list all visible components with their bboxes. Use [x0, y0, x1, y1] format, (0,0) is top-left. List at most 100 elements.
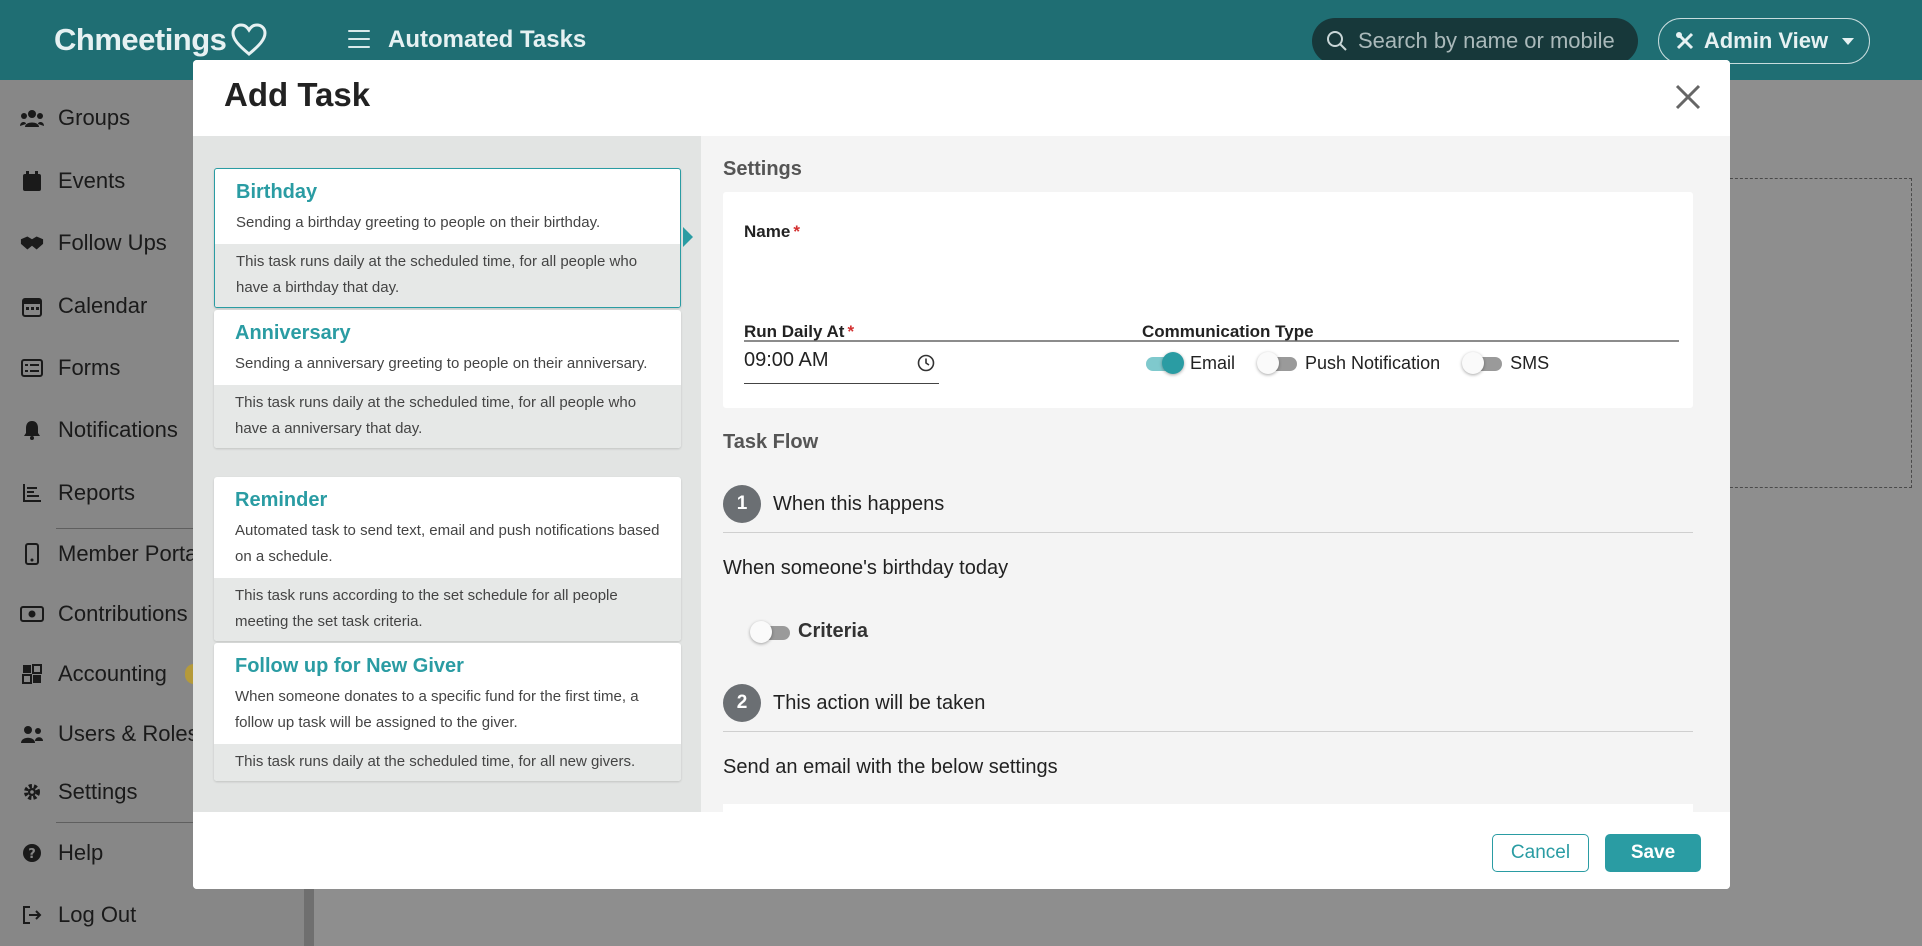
- step-divider: [723, 731, 1693, 732]
- sidebar-item-log-out[interactable]: Log Out: [20, 902, 136, 928]
- flow-step-1: 1 When this happens: [723, 485, 944, 523]
- comm-option-email[interactable]: Email: [1142, 352, 1235, 374]
- step-1-text: When someone's birthday today: [723, 557, 1009, 579]
- task-card-reminder[interactable]: Reminder Automated task to send text, em…: [214, 477, 681, 641]
- search-input[interactable]: [1358, 28, 1628, 54]
- required-mark: *: [793, 222, 800, 241]
- step-label: This action will be taken: [773, 691, 986, 714]
- task-card-birthday[interactable]: Birthday Sending a birthday greeting to …: [214, 168, 681, 308]
- task-title: Follow up for New Giver: [235, 655, 464, 677]
- logo[interactable]: Chmeetings: [54, 22, 268, 58]
- comm-option-push[interactable]: Push Notification: [1257, 352, 1440, 374]
- sidebar-item-label: Notifications: [58, 417, 178, 442]
- sidebar-item-settings[interactable]: Settings: [20, 779, 138, 805]
- criteria-toggle-row[interactable]: Criteria: [750, 620, 868, 643]
- sidebar-item-label: Log Out: [58, 902, 137, 927]
- help-icon: ?: [20, 841, 44, 865]
- accounting-icon: [20, 662, 44, 686]
- sidebar-item-calendar[interactable]: Calendar: [20, 293, 147, 319]
- task-note: This task runs according to the set sche…: [214, 578, 681, 641]
- sidebar-item-notifications[interactable]: Notifications: [20, 417, 178, 443]
- task-card-anniversary[interactable]: Anniversary Sending a anniversary greeti…: [214, 310, 681, 448]
- groups-icon: [20, 106, 44, 130]
- step-divider: [723, 532, 1693, 533]
- run-daily-time-input[interactable]: 09:00 AM: [744, 346, 939, 384]
- sidebar-item-users-roles[interactable]: Users & Roles: [20, 721, 199, 747]
- add-task-modal: Add Task Birthday Sending a birthday gre…: [193, 60, 1730, 889]
- comm-type-options: Email Push Notification SMS: [1142, 352, 1571, 374]
- users-icon: [20, 722, 44, 746]
- dashed-placeholder-box: [1720, 178, 1912, 488]
- mobile-icon: [20, 542, 44, 566]
- sidebar-item-reports[interactable]: Reports: [20, 480, 135, 506]
- close-icon[interactable]: [1671, 80, 1705, 114]
- handshake-icon: [20, 231, 44, 255]
- required-mark: *: [847, 322, 855, 341]
- email-settings-card: [723, 804, 1693, 812]
- task-description: When someone donates to a specific fund …: [235, 688, 639, 731]
- email-toggle[interactable]: [1142, 352, 1184, 374]
- sidebar-item-groups[interactable]: Groups: [20, 105, 130, 131]
- sidebar-item-label: Users & Roles: [58, 721, 199, 746]
- gear-icon: [20, 780, 44, 804]
- sidebar-item-help[interactable]: ? Help: [20, 840, 103, 866]
- modal-footer: Cancel Save: [193, 812, 1730, 889]
- task-card-follow-up-new-giver[interactable]: Follow up for New Giver When someone don…: [214, 643, 681, 781]
- task-title: Birthday: [236, 181, 318, 203]
- clock-icon[interactable]: [917, 354, 935, 372]
- page-title: Automated Tasks: [388, 26, 587, 53]
- task-description: Sending a anniversary greeting to people…: [235, 355, 648, 372]
- comm-type-label: Communication Type: [1142, 322, 1314, 341]
- sidebar-item-label: Groups: [58, 105, 131, 130]
- chevron-down-icon: [1842, 37, 1855, 45]
- task-title: Reminder: [235, 489, 328, 511]
- step-number: 1: [723, 485, 761, 523]
- run-daily-label: Run Daily At *: [744, 322, 855, 341]
- bell-icon: [20, 418, 44, 442]
- hamburger-menu-icon[interactable]: [348, 30, 370, 48]
- reports-icon: [20, 481, 44, 505]
- task-type-list: Birthday Sending a birthday greeting to …: [193, 136, 701, 812]
- selected-arrow-icon: [683, 227, 693, 247]
- step-2-text: Send an email with the below settings: [723, 756, 1058, 778]
- sidebar-item-label: Forms: [58, 355, 121, 380]
- comm-option-label: SMS: [1510, 352, 1550, 373]
- criteria-label: Criteria: [798, 620, 869, 642]
- task-title: Anniversary: [235, 322, 351, 344]
- sidebar-item-follow-ups[interactable]: Follow Ups: [20, 230, 167, 256]
- task-description: Sending a birthday greeting to people on…: [236, 214, 601, 231]
- heart-logo-icon: [231, 23, 267, 56]
- name-field-label: Name *: [744, 222, 800, 241]
- sidebar-item-contributions[interactable]: Contributions: [20, 601, 188, 627]
- cancel-button[interactable]: Cancel: [1492, 834, 1589, 872]
- flow-step-2: 2 This action will be taken: [723, 684, 985, 722]
- search-icon: [1327, 31, 1347, 51]
- task-description: Automated task to send text, email and p…: [235, 522, 660, 565]
- criteria-toggle[interactable]: [750, 620, 792, 643]
- sidebar-item-label: Accounting: [58, 661, 167, 686]
- settings-section-label: Settings: [723, 158, 802, 180]
- sidebar-item-forms[interactable]: Forms: [20, 355, 120, 381]
- task-note: This task runs daily at the scheduled ti…: [214, 385, 681, 448]
- push-notification-toggle[interactable]: [1257, 352, 1299, 374]
- sidebar-item-events[interactable]: Events: [20, 168, 125, 194]
- sms-toggle[interactable]: [1462, 352, 1504, 374]
- logo-text: Chmeetings: [54, 22, 227, 57]
- admin-view-button[interactable]: Admin View: [1658, 18, 1870, 64]
- tools-icon: [1675, 32, 1693, 50]
- settings-card: Name * Run Daily At * 09:00 AM Communicati…: [723, 192, 1693, 408]
- comm-option-sms[interactable]: SMS: [1462, 352, 1549, 374]
- calendar-icon: [20, 294, 44, 318]
- svg-text:?: ?: [28, 847, 36, 862]
- task-note: This task runs daily at the scheduled ti…: [214, 744, 681, 781]
- admin-view-label: Admin View: [1703, 28, 1829, 53]
- task-flow-section-label: Task Flow: [723, 431, 819, 453]
- search-box[interactable]: [1312, 18, 1638, 64]
- sidebar-item-accounting[interactable]: Accounting S: [20, 661, 211, 687]
- time-value: 09:00 AM: [744, 349, 829, 371]
- sidebar-item-member-portal[interactable]: Member Portal: [20, 541, 202, 567]
- task-settings-panel: Settings Name * Run Daily At * 09:00 AM Co…: [701, 136, 1730, 812]
- save-button[interactable]: Save: [1605, 834, 1701, 872]
- modal-body: Birthday Sending a birthday greeting to …: [193, 136, 1730, 812]
- sidebar-item-label: Events: [58, 168, 126, 193]
